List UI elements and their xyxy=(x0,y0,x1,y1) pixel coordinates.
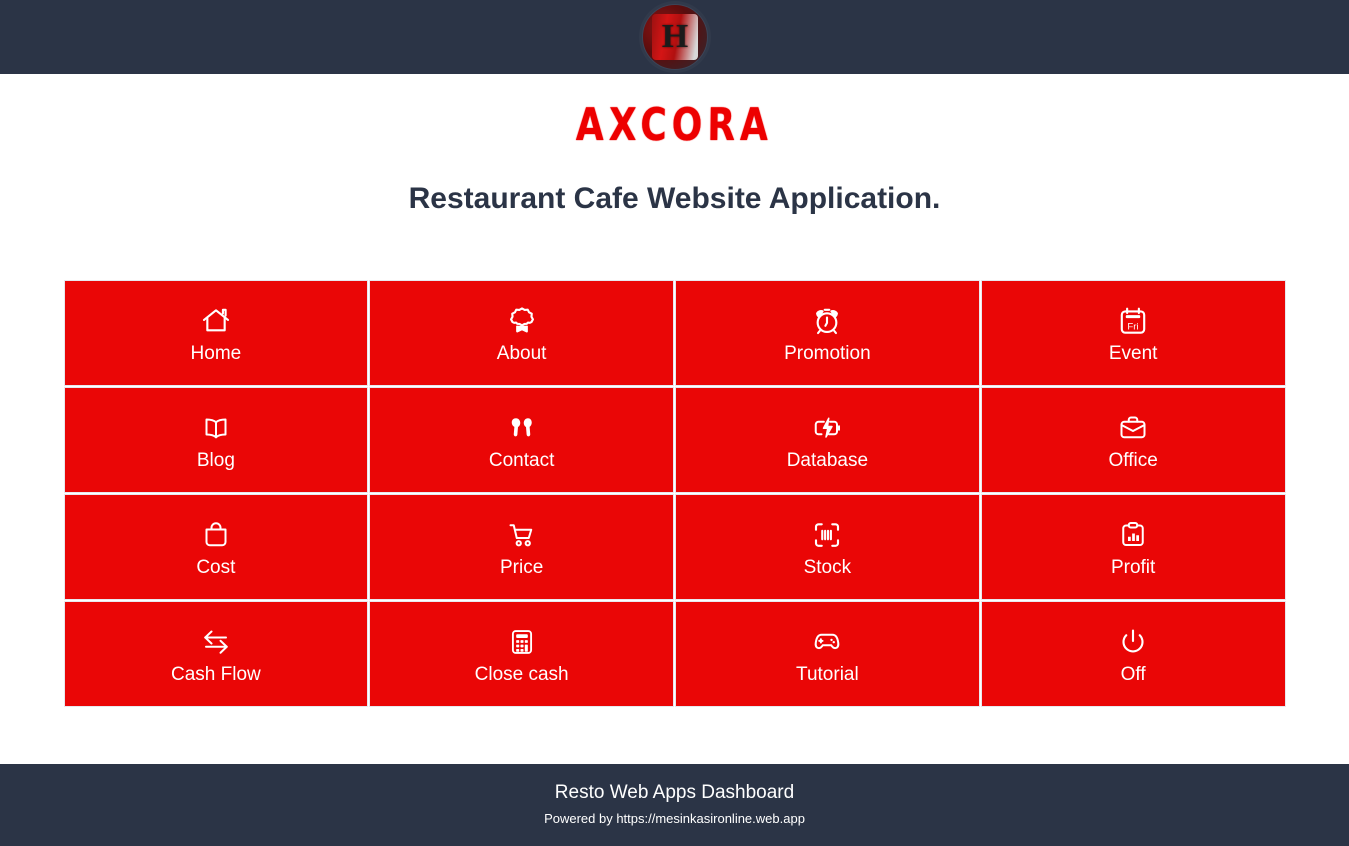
open-book-icon xyxy=(200,411,232,445)
brand-logo-wrap: AXCORA xyxy=(0,100,1349,152)
power-icon xyxy=(1118,625,1148,659)
tile-label: Event xyxy=(1108,342,1158,364)
tile-profit[interactable]: Profit xyxy=(980,494,1286,600)
page-title: Restaurant Cafe Website Application. xyxy=(408,182,941,215)
award-badge-icon xyxy=(506,304,538,338)
exchange-arrows-icon xyxy=(199,625,233,659)
main-content: AXCORA Restaurant Cafe Website Applicati… xyxy=(0,74,1349,765)
clipboard-chart-icon xyxy=(1118,518,1148,552)
briefcase-icon xyxy=(1117,411,1149,445)
tile-label: Cost xyxy=(196,556,236,578)
shopping-bag-icon xyxy=(201,518,231,552)
tile-price[interactable]: Price xyxy=(369,494,674,600)
shopping-cart-icon xyxy=(506,518,538,552)
alarm-clock-icon xyxy=(811,304,843,338)
tile-label: Off xyxy=(1120,663,1146,685)
tile-cash-flow[interactable]: Cash Flow xyxy=(63,601,369,707)
tile-contact[interactable]: Contact xyxy=(369,387,674,493)
tile-label: Blog xyxy=(196,449,235,471)
tile-home[interactable]: Home xyxy=(63,280,369,386)
tile-label: Promotion xyxy=(784,342,871,364)
footer-title: Resto Web Apps Dashboard xyxy=(554,782,795,804)
tile-event[interactable]: Fri Event xyxy=(980,280,1286,386)
tile-off[interactable]: Off xyxy=(980,601,1286,707)
tile-label: Profit xyxy=(1110,556,1156,578)
tile-label: Contact xyxy=(488,449,555,471)
app-root: H AXCORA Restaurant Cafe Website Applica… xyxy=(0,0,1349,846)
tile-database[interactable]: Database xyxy=(675,387,980,493)
tile-label: Close cash xyxy=(474,663,569,685)
app-logo[interactable]: H xyxy=(641,4,708,70)
earbuds-icon xyxy=(506,411,538,445)
calendar-day-text: Fri xyxy=(1128,321,1139,332)
tile-stock[interactable]: Stock xyxy=(675,494,980,600)
tile-label: Tutorial xyxy=(796,663,859,685)
tile-label: About xyxy=(496,342,547,364)
page-footer: Resto Web Apps Dashboard Powered by http… xyxy=(0,764,1349,846)
logo-glyph: H xyxy=(661,18,688,55)
dashboard-tile-grid: Home About Promotion Fri Event Blog Cont… xyxy=(63,280,1286,707)
tile-label: Cash Flow xyxy=(171,663,261,685)
tile-tutorial[interactable]: Tutorial xyxy=(675,601,980,707)
tile-blog[interactable]: Blog xyxy=(63,387,369,493)
barcode-scanner-icon xyxy=(811,518,843,552)
tile-label: Database xyxy=(786,449,869,471)
house-icon xyxy=(199,304,233,338)
tile-label: Price xyxy=(499,556,544,578)
footer-subtitle: Powered by https://mesinkasironline.web.… xyxy=(544,810,805,826)
logo-inner: H xyxy=(651,14,698,60)
calculator-icon xyxy=(508,625,536,659)
tile-label: Stock xyxy=(803,556,852,578)
tile-about[interactable]: About xyxy=(369,280,674,386)
tile-label: Home xyxy=(190,342,242,364)
tile-label: Office xyxy=(1108,449,1158,471)
tile-close-cash[interactable]: Close cash xyxy=(369,601,674,707)
tile-office[interactable]: Office xyxy=(980,387,1286,493)
tile-promotion[interactable]: Promotion xyxy=(675,280,980,386)
battery-charging-icon xyxy=(810,411,844,445)
brand-logo-text: AXCORA xyxy=(575,99,774,151)
top-bar: H xyxy=(0,0,1349,74)
calendar-icon: Fri xyxy=(1117,304,1149,338)
game-controller-icon xyxy=(810,625,844,659)
tile-cost[interactable]: Cost xyxy=(63,494,369,600)
